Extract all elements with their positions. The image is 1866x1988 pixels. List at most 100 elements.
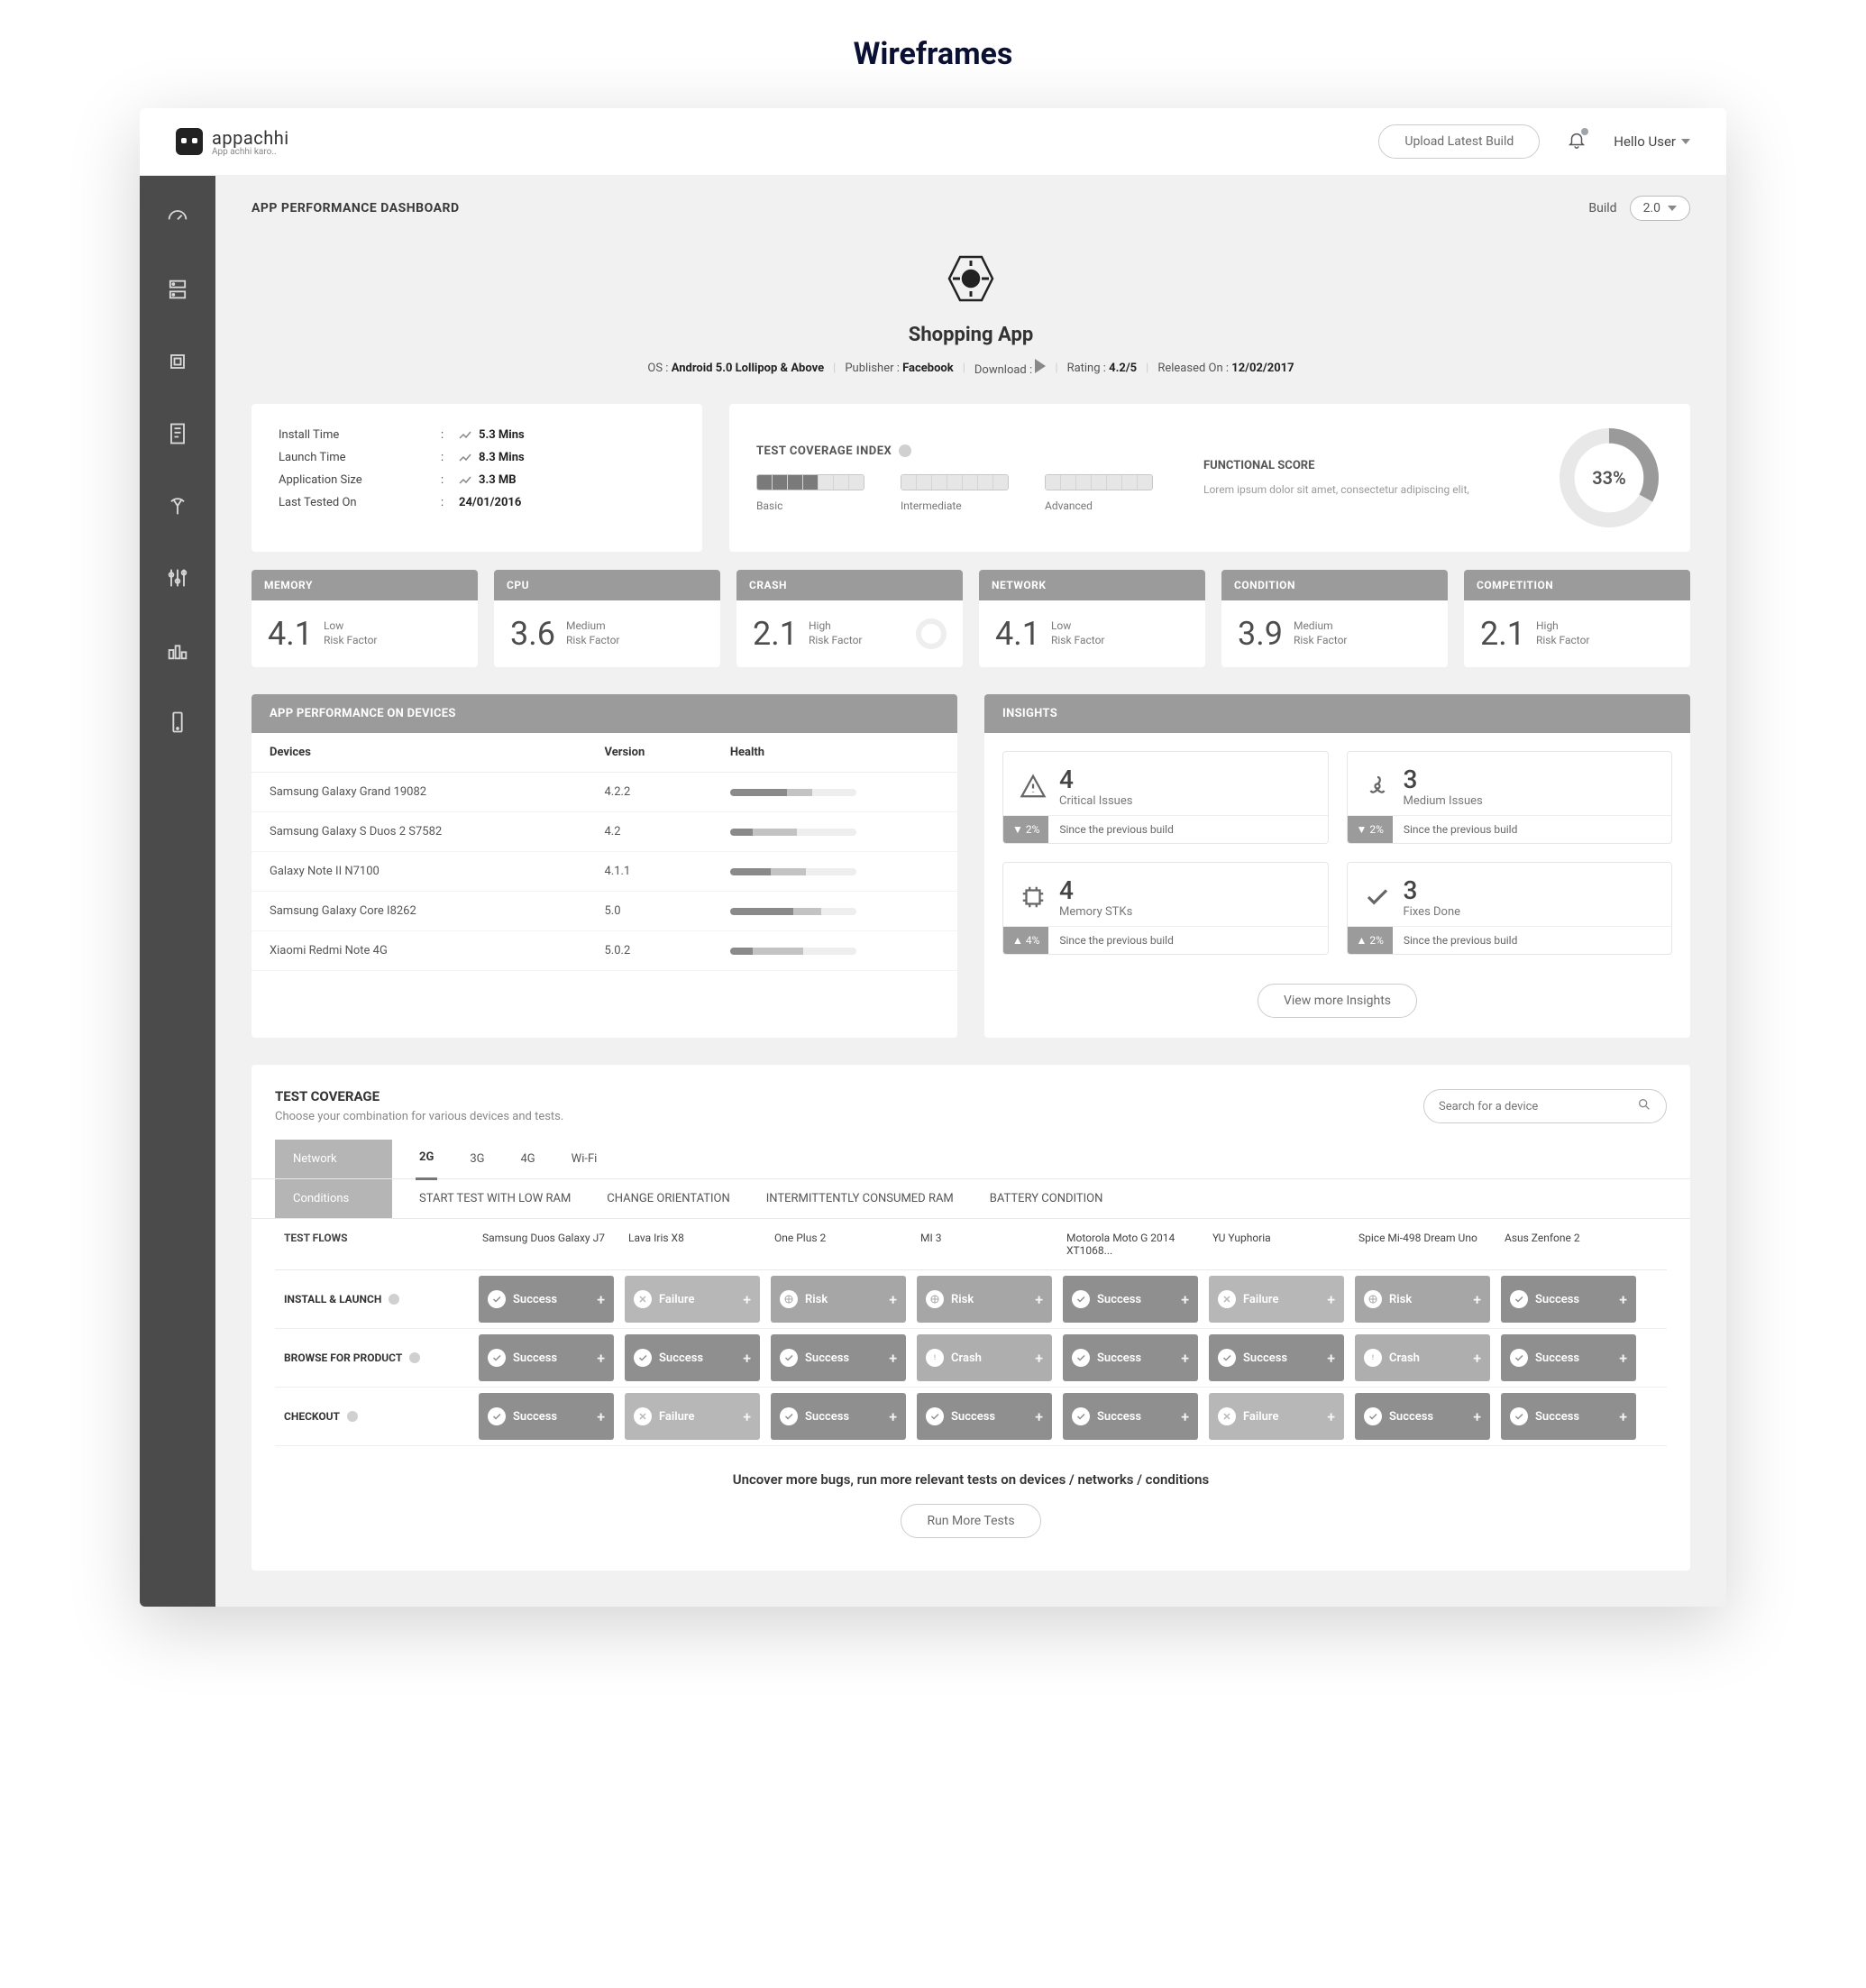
plus-icon[interactable]: + — [1181, 1291, 1189, 1308]
result-chip-risk[interactable]: Risk+ — [917, 1276, 1052, 1323]
plus-icon[interactable]: + — [1327, 1350, 1335, 1367]
metric-tile-cpu[interactable]: CPU 3.6 MediumRisk Factor — [494, 570, 720, 667]
device-search[interactable] — [1423, 1089, 1667, 1123]
device-row[interactable]: Samsung Galaxy S Duos 2 S7582 4.2 — [252, 812, 957, 852]
result-chip-failure[interactable]: Failure+ — [625, 1276, 760, 1323]
plus-icon[interactable]: + — [1181, 1350, 1189, 1367]
plus-icon[interactable]: + — [1473, 1291, 1481, 1308]
result-chip-success[interactable]: Success+ — [1355, 1393, 1490, 1440]
info-icon[interactable] — [347, 1411, 358, 1422]
plus-icon[interactable]: + — [889, 1291, 897, 1308]
result-chip-success[interactable]: Success+ — [771, 1393, 906, 1440]
insight-card[interactable]: 3Medium Issues ▼ 2% Since the previous b… — [1347, 751, 1673, 844]
nav-signal-icon[interactable] — [160, 488, 196, 524]
build-selector[interactable]: Build 2.0 — [1588, 196, 1690, 221]
plus-icon[interactable]: + — [889, 1350, 897, 1367]
plus-icon[interactable]: + — [1619, 1350, 1627, 1367]
plus-icon[interactable]: + — [743, 1408, 751, 1425]
nav-cpu-icon[interactable] — [160, 344, 196, 380]
metric-tile-condition[interactable]: CONDITION 3.9 MediumRisk Factor — [1221, 570, 1448, 667]
device-row[interactable]: Samsung Galaxy Core I8262 5.0 — [252, 892, 957, 931]
network-option[interactable]: 2G — [419, 1150, 434, 1168]
result-chip-crash[interactable]: ! Crash+ — [1355, 1334, 1490, 1381]
condition-option[interactable]: START TEST WITH LOW RAM — [419, 1192, 571, 1205]
plus-icon[interactable]: + — [1327, 1408, 1335, 1425]
app-name: Shopping App — [215, 324, 1726, 346]
notifications-icon[interactable] — [1567, 130, 1587, 153]
run-more-tests-button[interactable]: Run More Tests — [901, 1504, 1040, 1538]
insight-card[interactable]: 3Fixes Done ▲ 2% Since the previous buil… — [1347, 862, 1673, 955]
info-icon[interactable] — [899, 444, 911, 457]
metric-tile-crash[interactable]: CRASH 2.1 HighRisk Factor — [736, 570, 963, 667]
plus-icon[interactable]: + — [1619, 1408, 1627, 1425]
device-row[interactable]: Samsung Galaxy Grand 19082 4.2.2 — [252, 773, 957, 812]
result-chip-success[interactable]: Success+ — [1063, 1276, 1198, 1323]
condition-option[interactable]: CHANGE ORIENTATION — [607, 1192, 729, 1205]
nav-sliders-icon[interactable] — [160, 560, 196, 596]
result-chip-success[interactable]: Success+ — [479, 1276, 614, 1323]
nav-report-icon[interactable] — [160, 416, 196, 452]
plus-icon[interactable]: + — [1327, 1291, 1335, 1308]
result-chip-failure[interactable]: Failure+ — [1209, 1393, 1344, 1440]
result-chip-success[interactable]: Success+ — [479, 1393, 614, 1440]
plus-icon[interactable]: + — [597, 1350, 605, 1367]
metric-tile-memory[interactable]: MEMORY 4.1 LowRisk Factor — [252, 570, 478, 667]
network-option[interactable]: 4G — [521, 1152, 535, 1166]
svg-text:!: ! — [1372, 1354, 1374, 1361]
nav-server-icon[interactable] — [160, 271, 196, 307]
plus-icon[interactable]: + — [597, 1291, 605, 1308]
device-row[interactable]: Galaxy Note II N7100 4.1.1 — [252, 852, 957, 892]
plus-icon[interactable]: + — [1619, 1291, 1627, 1308]
result-chip-success[interactable]: Success+ — [1209, 1334, 1344, 1381]
info-icon[interactable] — [409, 1352, 420, 1363]
upload-build-button[interactable]: Upload Latest Build — [1378, 124, 1540, 159]
metrics-row: MEMORY 4.1 LowRisk Factor CPU 3.6 Medium… — [215, 552, 1726, 667]
nav-dashboard-icon[interactable] — [160, 199, 196, 235]
result-chip-success[interactable]: Success+ — [1501, 1334, 1636, 1381]
plus-icon[interactable]: + — [597, 1408, 605, 1425]
delta-badge: ▼ 2% — [1348, 816, 1393, 843]
info-icon[interactable] — [389, 1294, 399, 1305]
risk-icon — [780, 1290, 798, 1308]
result-chip-success[interactable]: Success+ — [1063, 1334, 1198, 1381]
condition-option[interactable]: INTERMITTENTLY CONSUMED RAM — [766, 1192, 954, 1205]
plus-icon[interactable]: + — [1035, 1408, 1043, 1425]
device-row[interactable]: Xiaomi Redmi Note 4G 5.0.2 — [252, 931, 957, 971]
view-more-insights-button[interactable]: View more Insights — [1258, 984, 1417, 1018]
plus-icon[interactable]: + — [1035, 1291, 1043, 1308]
crash-icon: ! — [1364, 1349, 1382, 1367]
result-chip-success[interactable]: Success+ — [625, 1334, 760, 1381]
insight-card[interactable]: 4Critical Issues ▼ 2% Since the previous… — [1002, 751, 1329, 844]
nav-device-icon[interactable] — [160, 704, 196, 740]
metric-tile-network[interactable]: NETWORK 4.1 LowRisk Factor — [979, 570, 1205, 667]
plus-icon[interactable]: + — [743, 1350, 751, 1367]
condition-option[interactable]: BATTERY CONDITION — [990, 1192, 1103, 1205]
insight-card[interactable]: 4Memory STKs ▲ 4% Since the previous bui… — [1002, 862, 1329, 955]
network-option[interactable]: 3G — [470, 1152, 484, 1166]
device-search-input[interactable] — [1439, 1100, 1628, 1113]
plus-icon[interactable]: + — [1473, 1408, 1481, 1425]
result-chip-failure[interactable]: Failure+ — [1209, 1276, 1344, 1323]
result-chip-success[interactable]: Success+ — [1063, 1393, 1198, 1440]
result-chip-success[interactable]: Success+ — [771, 1334, 906, 1381]
result-chip-success[interactable]: Success+ — [1501, 1393, 1636, 1440]
metric-tile-competition[interactable]: COMPETITION 2.1 HighRisk Factor — [1464, 570, 1690, 667]
nav-leaderboard-icon[interactable] — [160, 632, 196, 668]
plus-icon[interactable]: + — [1035, 1350, 1043, 1367]
result-chip-risk[interactable]: Risk+ — [1355, 1276, 1490, 1323]
play-store-icon[interactable] — [1035, 359, 1046, 373]
plus-icon[interactable]: + — [1473, 1350, 1481, 1367]
user-menu[interactable]: Hello User — [1614, 133, 1690, 150]
plus-icon[interactable]: + — [743, 1291, 751, 1308]
result-chip-success[interactable]: Success+ — [917, 1393, 1052, 1440]
success-icon — [488, 1407, 506, 1425]
result-chip-failure[interactable]: Failure+ — [625, 1393, 760, 1440]
result-chip-success[interactable]: Success+ — [1501, 1276, 1636, 1323]
result-chip-success[interactable]: Success+ — [479, 1334, 614, 1381]
success-icon — [1072, 1290, 1090, 1308]
plus-icon[interactable]: + — [1181, 1408, 1189, 1425]
network-option[interactable]: Wi-Fi — [572, 1152, 598, 1166]
plus-icon[interactable]: + — [889, 1408, 897, 1425]
result-chip-risk[interactable]: Risk+ — [771, 1276, 906, 1323]
result-chip-crash[interactable]: ! Crash+ — [917, 1334, 1052, 1381]
